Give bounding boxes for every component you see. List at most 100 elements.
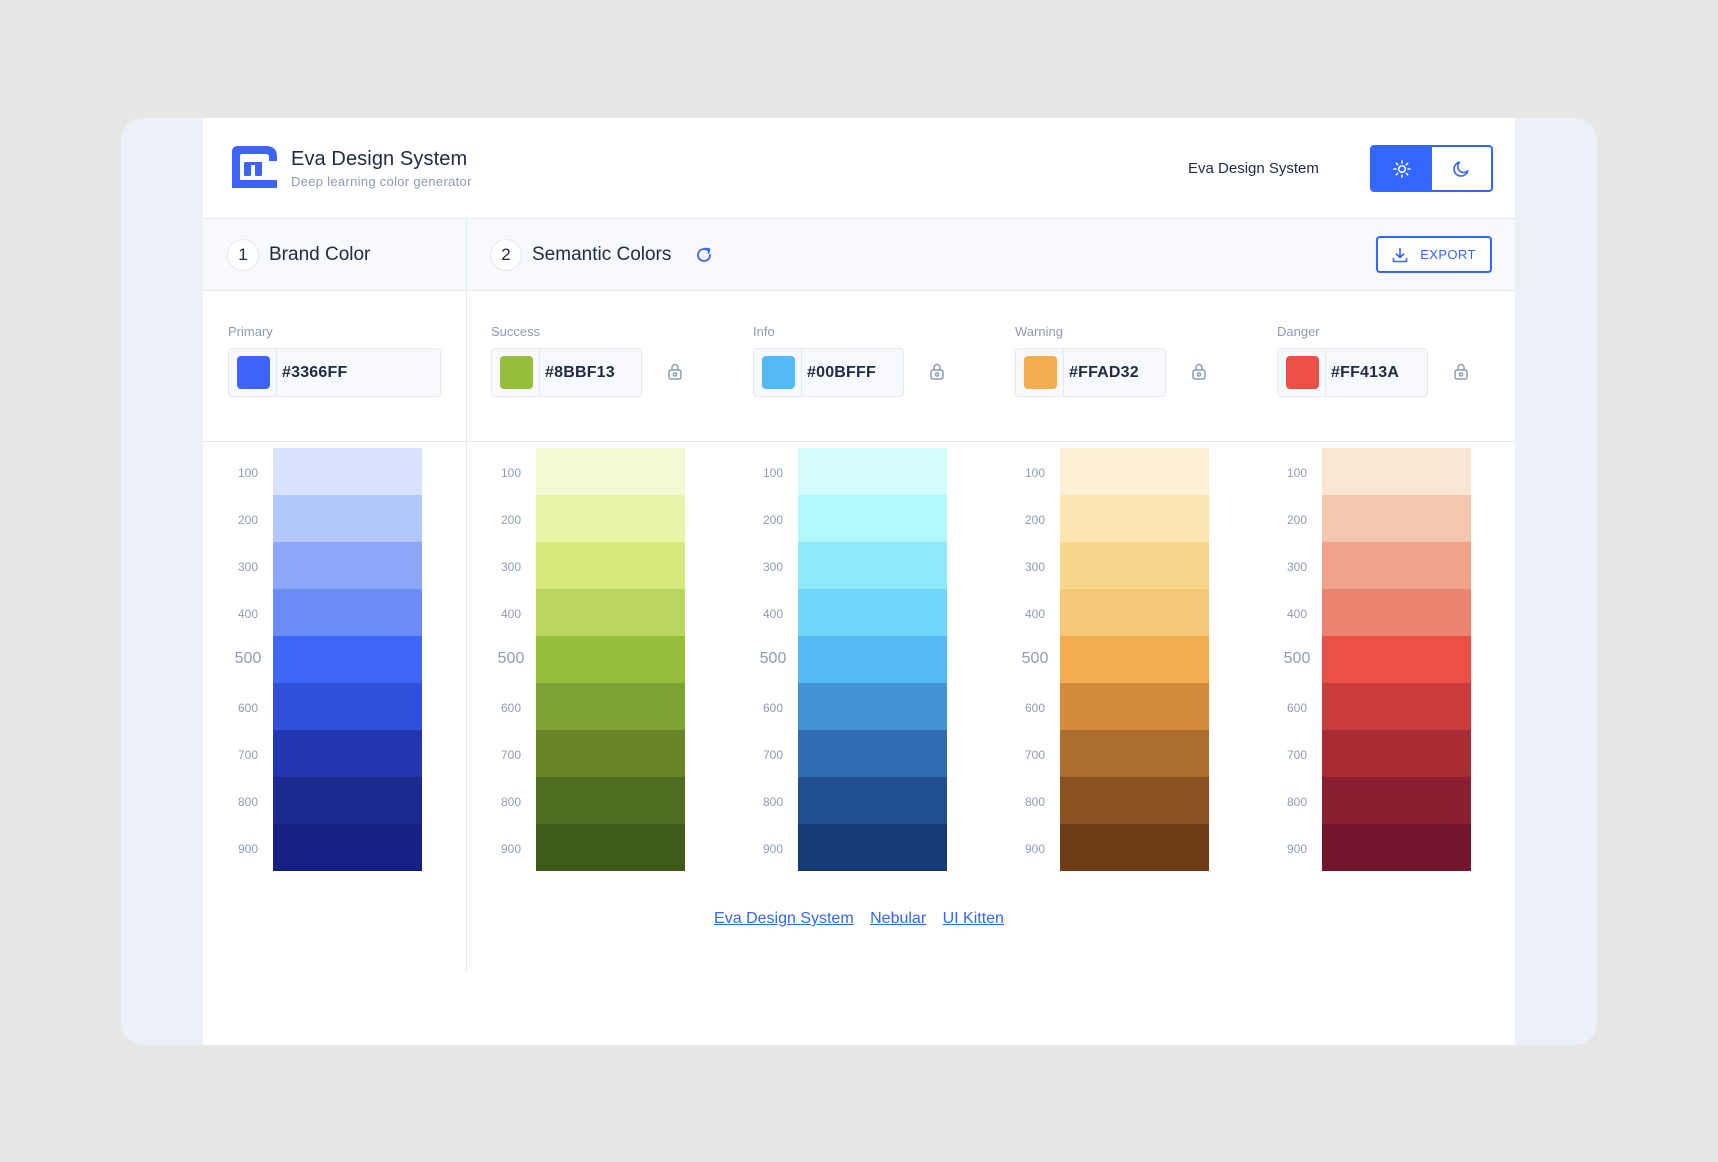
primary-swatch[interactable]: [237, 356, 270, 389]
danger-shade-300[interactable]: [1322, 542, 1471, 589]
footer-link-eva[interactable]: Eva Design System: [714, 910, 854, 927]
success-shade-700[interactable]: [536, 730, 685, 777]
warning-shade-500[interactable]: [1060, 636, 1209, 683]
success-shade-600[interactable]: [536, 683, 685, 730]
warning-shade-300[interactable]: [1060, 542, 1209, 589]
warning-shade-400[interactable]: [1060, 589, 1209, 636]
danger-hex[interactable]: #FF413A: [1331, 364, 1399, 382]
shade-label: 300: [762, 560, 784, 574]
header-link[interactable]: Eva Design System: [1188, 160, 1319, 177]
info-shade-300[interactable]: [798, 542, 947, 589]
warning-shade-700[interactable]: [1060, 730, 1209, 777]
success-shade-200[interactable]: [536, 495, 685, 542]
primary-shade-600[interactable]: [273, 683, 422, 730]
shade-label: 400: [1024, 607, 1046, 621]
warning-shade-800[interactable]: [1060, 777, 1209, 824]
success-color-input[interactable]: #8BBF13: [491, 348, 642, 397]
success-shade-500[interactable]: [536, 636, 685, 683]
shade-label: 700: [237, 748, 259, 762]
shade-label: 100: [1024, 466, 1046, 480]
info-shade-600[interactable]: [798, 683, 947, 730]
input-separator: [276, 349, 277, 396]
dark-theme-button[interactable]: [1432, 147, 1492, 190]
step-number: 2: [490, 239, 522, 271]
danger-color-input[interactable]: #FF413A: [1277, 348, 1428, 397]
input-separator: [539, 349, 540, 396]
success-lock-icon[interactable]: [668, 363, 682, 380]
warning-color-input[interactable]: #FFAD32: [1015, 348, 1166, 397]
success-hex[interactable]: #8BBF13: [545, 364, 615, 382]
primary-shade-900[interactable]: [273, 824, 422, 871]
shade-label: 700: [1024, 748, 1046, 762]
info-hex[interactable]: #00BFFF: [807, 364, 876, 382]
success-shade-900[interactable]: [536, 824, 685, 871]
shade-label: 300: [500, 560, 522, 574]
footer-link-ui-kitten[interactable]: UI Kitten: [943, 910, 1004, 927]
success-shade-400[interactable]: [536, 589, 685, 636]
warning-shade-900[interactable]: [1060, 824, 1209, 871]
info-shade-800[interactable]: [798, 777, 947, 824]
warning-lock-icon[interactable]: [1192, 363, 1206, 380]
shade-label: 800: [1024, 795, 1046, 809]
shade-label: 800: [762, 795, 784, 809]
success-shade-100[interactable]: [536, 448, 685, 495]
primary-color-input[interactable]: #3366FF: [228, 348, 441, 397]
success-shade-300[interactable]: [536, 542, 685, 589]
danger-shade-600[interactable]: [1322, 683, 1471, 730]
shade-label: 600: [500, 701, 522, 715]
shade-label: 900: [762, 842, 784, 856]
warning-shade-600[interactable]: [1060, 683, 1209, 730]
success-label: Success: [491, 324, 541, 339]
danger-shade-400[interactable]: [1322, 589, 1471, 636]
danger-shade-100[interactable]: [1322, 448, 1471, 495]
footer-link-nebular[interactable]: Nebular: [870, 910, 926, 927]
warning-shade-100[interactable]: [1060, 448, 1209, 495]
info-shade-900[interactable]: [798, 824, 947, 871]
primary-shade-400[interactable]: [273, 589, 422, 636]
danger-shade-700[interactable]: [1322, 730, 1471, 777]
shade-label: 700: [762, 748, 784, 762]
refresh-icon[interactable]: [695, 246, 713, 264]
warning-hex[interactable]: #FFAD32: [1069, 364, 1139, 382]
input-separator: [1063, 349, 1064, 396]
warning-swatch[interactable]: [1024, 356, 1057, 389]
step-number: 1: [227, 239, 259, 271]
danger-shade-200[interactable]: [1322, 495, 1471, 542]
info-color-input[interactable]: #00BFFF: [753, 348, 904, 397]
danger-shade-500[interactable]: [1322, 636, 1471, 683]
success-swatch[interactable]: [500, 356, 533, 389]
success-shade-800[interactable]: [536, 777, 685, 824]
info-shade-200[interactable]: [798, 495, 947, 542]
danger-swatch[interactable]: [1286, 356, 1319, 389]
warning-shade-200[interactable]: [1060, 495, 1209, 542]
theme-toggle: [1370, 145, 1493, 192]
primary-shade-100[interactable]: [273, 448, 422, 495]
info-swatch[interactable]: [762, 356, 795, 389]
info-shade-500[interactable]: [798, 636, 947, 683]
input-separator: [801, 349, 802, 396]
light-theme-button[interactable]: [1372, 147, 1432, 190]
primary-shade-300[interactable]: [273, 542, 422, 589]
download-icon: [1392, 247, 1408, 262]
primary-shade-800[interactable]: [273, 777, 422, 824]
shade-label: 700: [500, 748, 522, 762]
info-lock-icon[interactable]: [930, 363, 944, 380]
shade-label: 200: [1024, 513, 1046, 527]
primary-shade-200[interactable]: [273, 495, 422, 542]
info-shade-100[interactable]: [798, 448, 947, 495]
shade-label: 900: [1286, 842, 1308, 856]
danger-shade-800[interactable]: [1322, 777, 1471, 824]
export-button[interactable]: EXPORT: [1376, 236, 1492, 273]
info-shade-700[interactable]: [798, 730, 947, 777]
shade-label: 500: [1021, 650, 1049, 667]
primary-shade-700[interactable]: [273, 730, 422, 777]
page-frame: Eva Design System Deep learning color ge…: [121, 118, 1597, 1045]
primary-hex[interactable]: #3366FF: [282, 364, 347, 382]
shade-label: 400: [1286, 607, 1308, 621]
shade-label: 100: [500, 466, 522, 480]
danger-lock-icon[interactable]: [1454, 363, 1468, 380]
danger-shade-900[interactable]: [1322, 824, 1471, 871]
info-shade-400[interactable]: [798, 589, 947, 636]
primary-shade-500[interactable]: [273, 636, 422, 683]
warning-label: Warning: [1015, 324, 1063, 339]
